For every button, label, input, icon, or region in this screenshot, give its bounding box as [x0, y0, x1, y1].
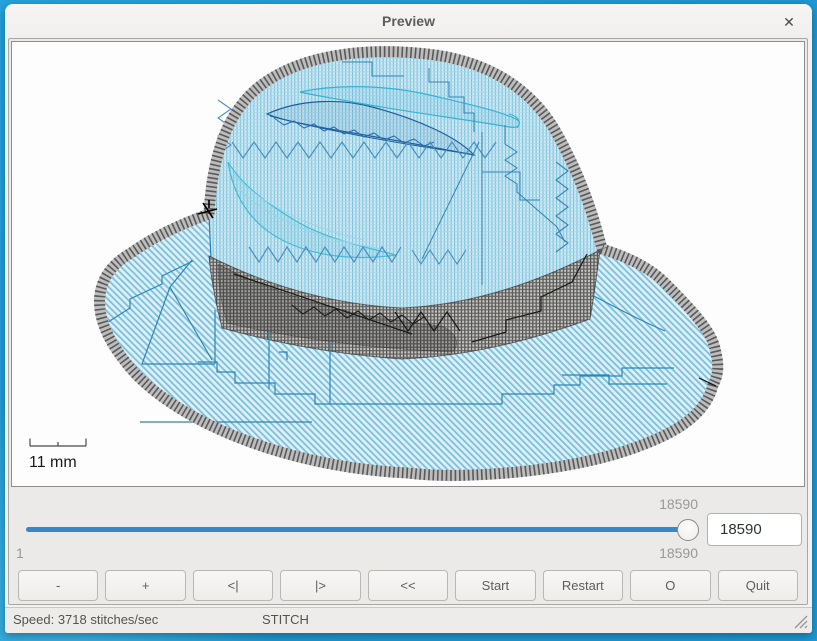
- speed-status: Speed: 3718 stitches/sec: [13, 612, 158, 627]
- playback-controls: - + <| |> << Start Restart O Quit: [18, 570, 798, 601]
- hat-stitch-drawing: 11 mm: [12, 42, 802, 484]
- slider-handle[interactable]: [677, 519, 699, 541]
- stitch-progress-slider[interactable]: [26, 527, 689, 532]
- speed-down-button[interactable]: -: [18, 570, 98, 601]
- window-title: Preview: [5, 4, 812, 38]
- speed-up-button[interactable]: +: [105, 570, 185, 601]
- quit-button[interactable]: Quit: [718, 570, 798, 601]
- preview-dialog: Preview ✕: [5, 4, 812, 633]
- start-button[interactable]: Start: [455, 570, 535, 601]
- embroidery-canvas: 11 mm: [11, 41, 805, 487]
- scale-label: 11 mm: [29, 454, 77, 471]
- content-frame: 11 mm 18590 1 18590 - + <| |> << Start R…: [8, 38, 808, 605]
- close-icon[interactable]: ✕: [778, 11, 800, 33]
- step-forward-button[interactable]: |>: [280, 570, 360, 601]
- restart-button[interactable]: Restart: [543, 570, 623, 601]
- slider-min-label: 1: [16, 545, 24, 561]
- stitch-mode-status: STITCH: [262, 612, 309, 627]
- step-back-button[interactable]: <|: [193, 570, 273, 601]
- desktop: { "window": { "title": "Preview", "close…: [0, 0, 817, 641]
- resize-grip-icon[interactable]: [791, 612, 809, 630]
- scale-ruler: [30, 439, 86, 447]
- o-button[interactable]: O: [630, 570, 710, 601]
- titlebar[interactable]: Preview ✕: [5, 4, 812, 38]
- slider-max-label-bottom: 18590: [618, 545, 698, 561]
- status-bar: Speed: 3718 stitches/sec STITCH: [5, 607, 812, 633]
- stitch-number-input[interactable]: [707, 513, 802, 546]
- slider-max-label-top: 18590: [618, 496, 698, 512]
- rewind-button[interactable]: <<: [368, 570, 448, 601]
